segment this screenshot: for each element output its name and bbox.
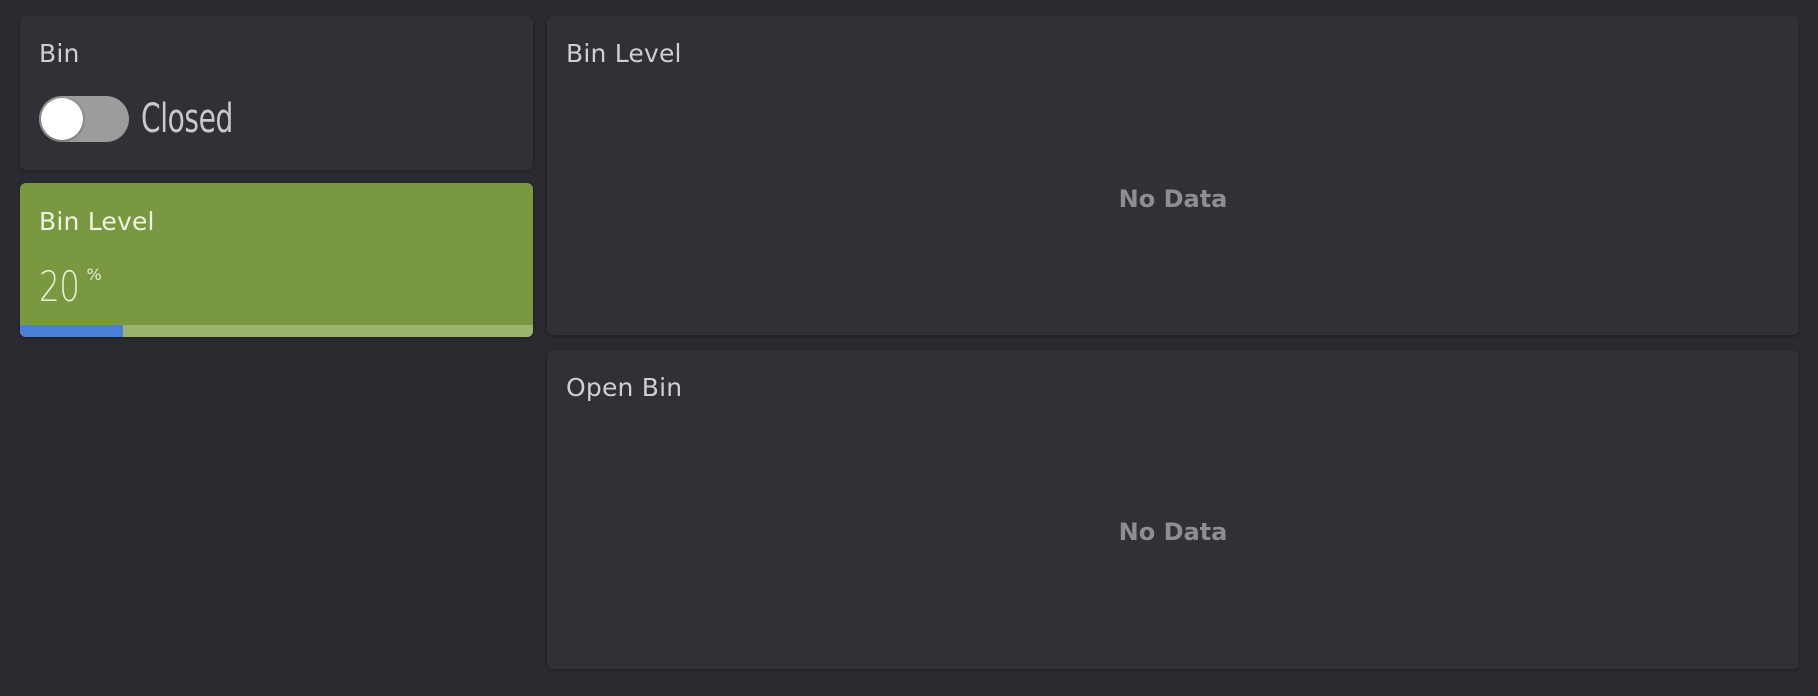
bin-level-progress-track: [20, 325, 533, 337]
bin-state-label: Closed: [141, 96, 233, 142]
gauge-value-row: 20 %: [39, 263, 102, 311]
bin-toggle-switch[interactable]: [39, 96, 129, 142]
bin-level-value: 20: [39, 262, 80, 311]
bin-level-chart-title: Bin Level: [566, 39, 682, 68]
bin-switch-card: Bin Closed: [20, 16, 533, 170]
dashboard: Bin Closed Bin Level 20 % Bin Level No D…: [0, 0, 1818, 696]
bin-switch-row: Closed: [39, 96, 259, 142]
toggle-knob: [41, 98, 83, 140]
bin-level-unit: %: [86, 265, 102, 284]
bin-level-gauge-title: Bin Level: [39, 207, 155, 236]
open-bin-chart-card: Open Bin No Data: [547, 350, 1799, 669]
bin-switch-title: Bin: [39, 39, 80, 68]
open-bin-chart-no-data: No Data: [1118, 518, 1228, 546]
bin-level-progress-fill: [20, 325, 123, 337]
bin-level-gauge-card: Bin Level 20 %: [20, 183, 533, 337]
bin-level-chart-card: Bin Level No Data: [547, 16, 1799, 335]
open-bin-chart-title: Open Bin: [566, 373, 683, 402]
bin-level-chart-no-data: No Data: [1118, 185, 1228, 213]
